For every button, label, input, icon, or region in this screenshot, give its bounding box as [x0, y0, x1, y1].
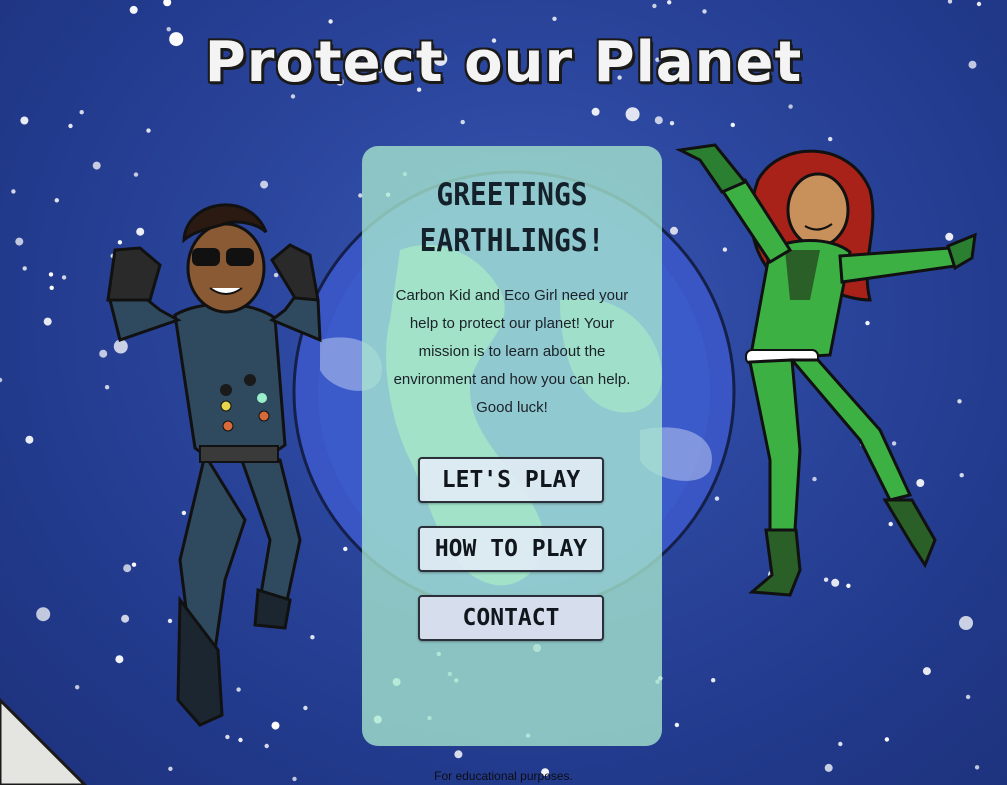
carbon-kid-character [106, 203, 322, 727]
footer-note: For educational purposes. [434, 769, 573, 783]
welcome-heading-line2: EARTHLINGS! [419, 223, 605, 259]
contact-button[interactable]: CONTACT [418, 595, 604, 641]
intro-text: Carbon Kid and Eco Girl need your help t… [393, 287, 631, 416]
how-to-play-button[interactable]: HOW TO PLAY [418, 526, 604, 572]
welcome-heading: GREETINGS EARTHLINGS! [377, 172, 647, 264]
page-title: Protect our Planet [204, 30, 803, 95]
lets-play-button[interactable]: LET'S PLAY [418, 457, 604, 503]
welcome-panel: GREETINGS EARTHLINGS! Carbon Kid and Eco… [362, 146, 662, 746]
welcome-heading-line1: GREETINGS [436, 177, 588, 213]
